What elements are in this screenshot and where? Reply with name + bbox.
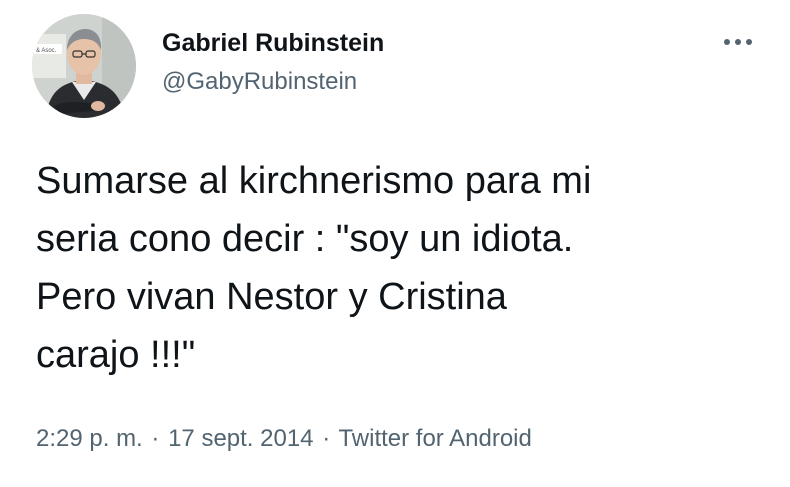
person-portrait-icon: & Asoc. [32, 14, 136, 118]
more-dots-icon [724, 39, 752, 45]
tweet-date[interactable]: 17 sept. 2014 [168, 425, 313, 452]
tweet-card: & Asoc. Gabriel Rubinstein @GabyRubinste… [0, 0, 790, 487]
avatar[interactable]: & Asoc. [32, 14, 136, 118]
display-name[interactable]: Gabriel Rubinstein [162, 28, 384, 58]
tweet-time[interactable]: 2:29 p. m. [36, 425, 143, 452]
meta-separator: · [322, 425, 331, 452]
author-info: Gabriel Rubinstein @GabyRubinstein [162, 28, 384, 96]
tweet-text-line: Sumarse al kirchnerismo para mi [36, 160, 592, 202]
tweet-text-line: seria cono decir : "soy un idiota. [36, 218, 574, 260]
tweet-text-line: carajo !!!" [36, 334, 196, 376]
tweet-text: Sumarse al kirchnerismo para mi seria co… [36, 152, 776, 384]
tweet-source[interactable]: Twitter for Android [338, 425, 531, 452]
user-handle[interactable]: @GabyRubinstein [162, 68, 384, 96]
tweet-meta: 2:29 p. m. · 17 sept. 2014 · Twitter for… [36, 424, 532, 454]
more-options-button[interactable] [716, 30, 760, 54]
meta-separator: · [151, 425, 160, 452]
avatar-sign-text: & Asoc. [36, 48, 57, 54]
tweet-text-line: Pero vivan Nestor y Cristina [36, 276, 507, 318]
